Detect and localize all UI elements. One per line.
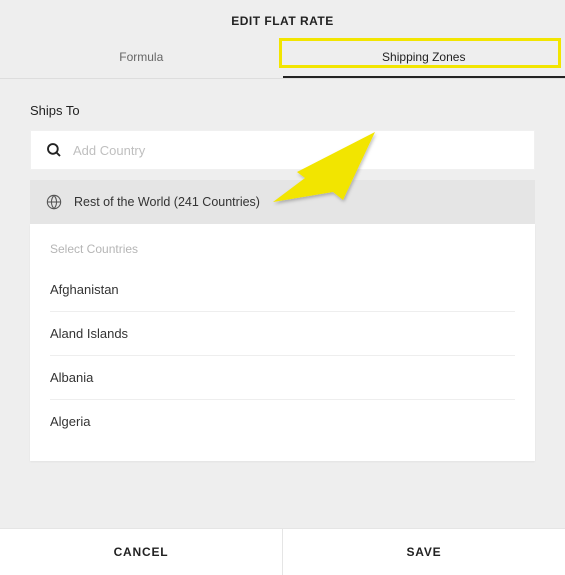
select-countries-label: Select Countries	[50, 224, 515, 268]
search-row[interactable]	[30, 130, 535, 170]
search-icon	[45, 141, 63, 159]
list-item[interactable]: Aland Islands	[50, 312, 515, 356]
footer: CANCEL SAVE	[0, 528, 565, 575]
list-item[interactable]: Albania	[50, 356, 515, 400]
ships-to-label: Ships To	[30, 103, 535, 118]
tabs: Formula Shipping Zones	[0, 38, 565, 78]
country-list: Select Countries Afghanistan Aland Islan…	[30, 224, 535, 461]
list-item[interactable]: Afghanistan	[50, 268, 515, 312]
cancel-button[interactable]: CANCEL	[0, 529, 282, 575]
rest-of-world-label: Rest of the World (241 Countries)	[74, 195, 260, 209]
globe-icon	[46, 194, 62, 210]
save-button[interactable]: SAVE	[282, 529, 565, 575]
rest-of-world-row[interactable]: Rest of the World (241 Countries)	[30, 180, 535, 224]
page-title: EDIT FLAT RATE	[0, 0, 565, 38]
tab-shipping-zones[interactable]: Shipping Zones	[283, 38, 565, 78]
list-item[interactable]: Algeria	[50, 400, 515, 443]
divider	[30, 170, 535, 180]
main-body: Ships To Rest of the World (241 Countrie…	[0, 79, 565, 461]
search-input[interactable]	[73, 143, 520, 158]
header: EDIT FLAT RATE Formula Shipping Zones	[0, 0, 565, 79]
tab-formula[interactable]: Formula	[0, 38, 283, 78]
